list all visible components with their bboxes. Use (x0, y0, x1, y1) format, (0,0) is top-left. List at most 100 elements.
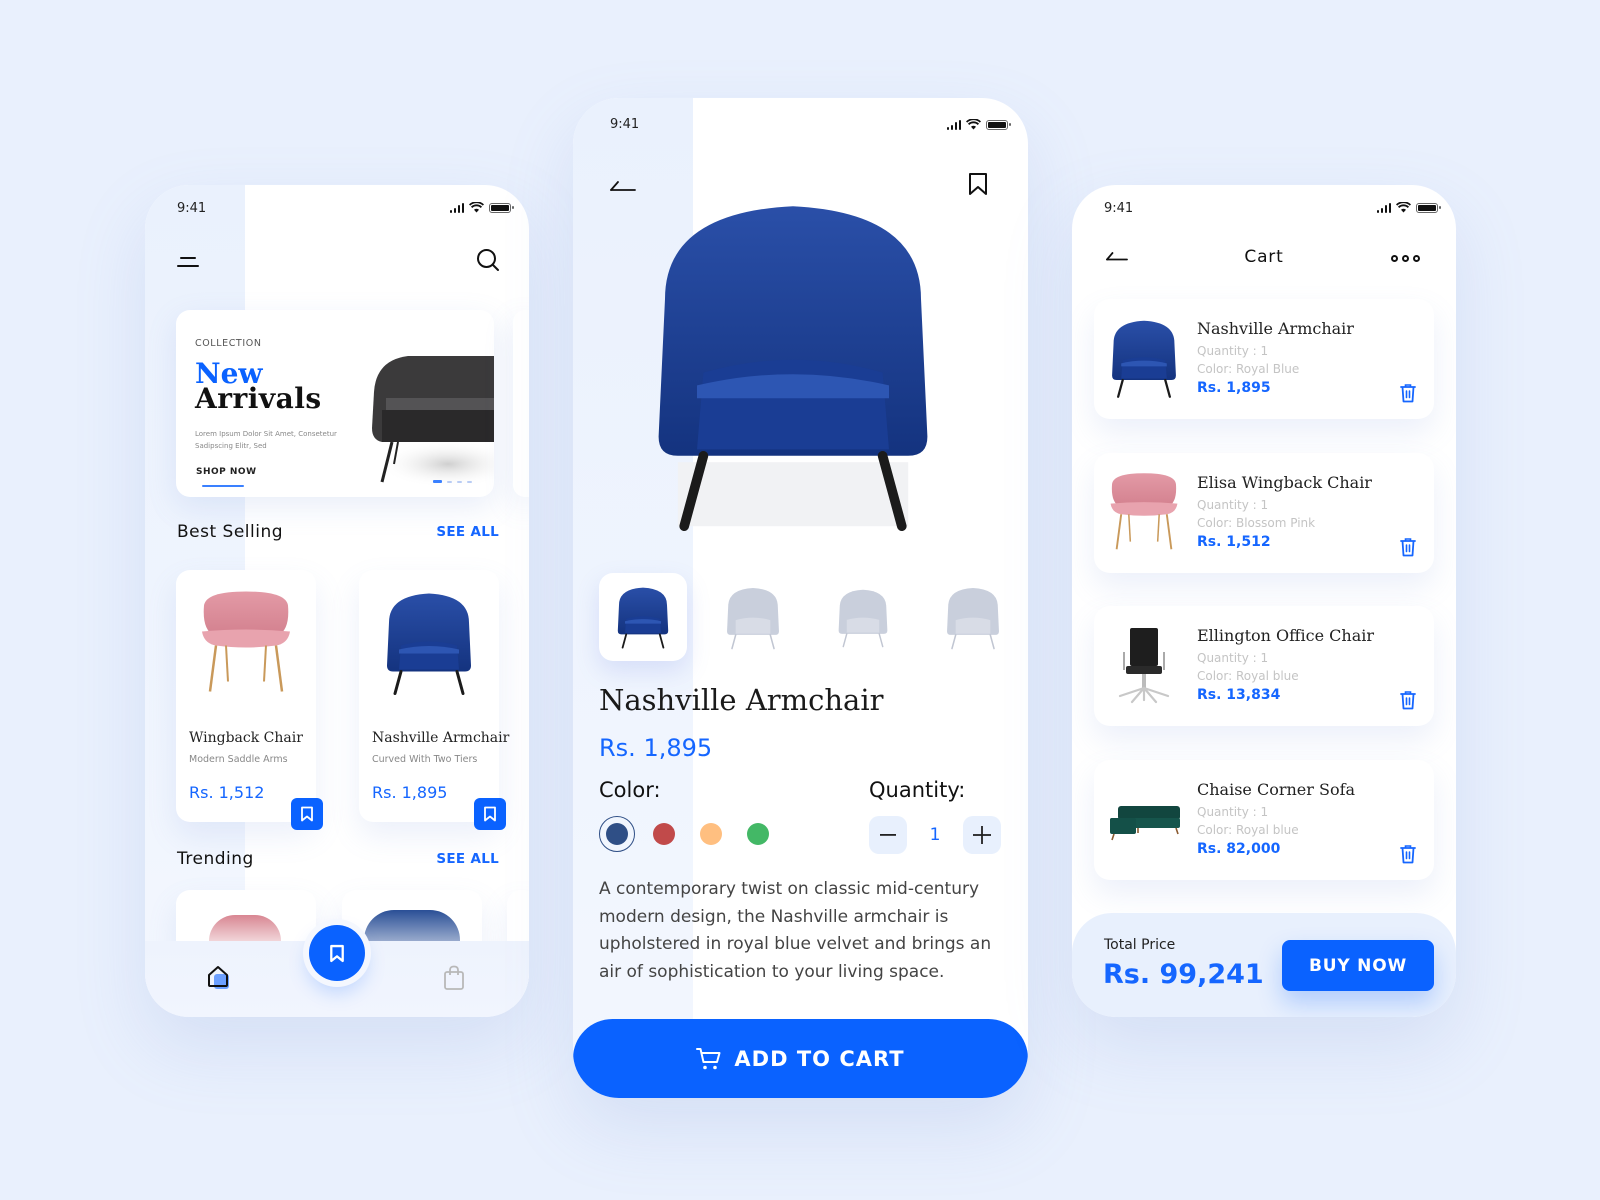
status-time: 9:41 (177, 201, 207, 216)
thumbnail-back[interactable] (929, 573, 1017, 661)
banner-title-arrivals: Arrivals (195, 382, 322, 415)
cart-item[interactable]: Nashville Armchair Quantity : 1 Color: R… (1094, 299, 1434, 419)
trash-icon[interactable] (1400, 537, 1416, 557)
battery-icon (1416, 202, 1441, 213)
cart-item-price: Rs. 13,834 (1197, 687, 1281, 703)
trending-see-all[interactable]: SEE ALL (436, 851, 499, 867)
product-title: Nashville Armchair (599, 683, 884, 717)
total-price-label: Total Price (1104, 937, 1176, 953)
product-detail-screen: 9:41 Nashville Armchair Rs. 1,895 Color:… (573, 98, 1028, 1098)
battery-icon (489, 202, 514, 213)
menu-icon[interactable] (177, 257, 199, 271)
color-swatch-red[interactable] (646, 816, 682, 852)
carousel-indicator[interactable] (433, 480, 472, 483)
banner-body: Lorem Ipsum Dolor Sit Amet, Consetetur S… (195, 430, 337, 450)
status-bar: 9:41 (1072, 185, 1456, 225)
signal-icon (449, 202, 464, 213)
bookmark-button[interactable] (291, 798, 323, 830)
trending-title: Trending (177, 849, 254, 869)
battery-icon (986, 119, 1011, 130)
swatch-dot (700, 823, 722, 845)
wifi-icon (469, 202, 484, 213)
color-swatch-green[interactable] (740, 816, 776, 852)
plus-icon (973, 826, 991, 844)
cart-item-name: Nashville Armchair (1197, 319, 1354, 338)
bookmark-button[interactable] (474, 798, 506, 830)
armchair-image (379, 585, 479, 700)
home-screen: 9:41 COLLECTION New Arrivals Lorem Ipsum… (145, 185, 529, 1017)
cart-item-price: Rs. 1,895 (1197, 380, 1271, 396)
bookmark-icon[interactable] (968, 172, 988, 196)
next-banner-peek[interactable] (513, 310, 529, 497)
quantity-label: Quantity: (869, 778, 966, 802)
thumbnail-angle[interactable] (709, 573, 797, 661)
bookmark-icon (300, 806, 314, 822)
cart-item[interactable]: Ellington Office Chair Quantity : 1 Colo… (1094, 606, 1434, 726)
new-arrivals-banner[interactable]: COLLECTION New Arrivals Lorem Ipsum Dolo… (176, 310, 494, 497)
cart-item-name: Ellington Office Chair (1197, 626, 1374, 645)
status-bar: 9:41 (573, 98, 1028, 138)
bookmarks-fab[interactable] (309, 925, 365, 981)
color-swatch-peach[interactable] (693, 816, 729, 852)
trash-icon[interactable] (1400, 383, 1416, 403)
cart-item-color: Color: Royal blue (1197, 669, 1299, 683)
add-to-cart-button[interactable]: ADD TO CART (573, 1019, 1028, 1098)
color-label: Color: (599, 778, 661, 802)
best-selling-see-all[interactable]: SEE ALL (436, 524, 499, 540)
product-price: Rs. 1,895 (599, 734, 713, 762)
product-description: A contemporary twist on classic mid-cent… (599, 879, 992, 982)
status-bar: 9:41 (145, 185, 529, 225)
bookmark-icon (330, 944, 344, 962)
product-card[interactable]: Wingback Chair Modern Saddle Arms Rs. 1,… (176, 570, 316, 822)
armchair-image (1106, 315, 1182, 401)
add-to-cart-label: ADD TO CART (734, 1046, 905, 1071)
status-time: 9:41 (610, 117, 640, 132)
status-time: 9:41 (1104, 201, 1134, 216)
cart-item-price: Rs. 82,000 (1197, 841, 1281, 857)
cart-item-quantity: Quantity : 1 (1197, 805, 1269, 819)
sofa-image (372, 356, 494, 488)
thumbnail-front[interactable] (599, 573, 687, 661)
cart-item-color: Color: Blossom Pink (1197, 516, 1316, 530)
cart-item[interactable]: Elisa Wingback Chair Quantity : 1 Color:… (1094, 453, 1434, 573)
swatch-dot (747, 823, 769, 845)
wingback-chair-image (196, 585, 296, 700)
quantity-stepper: 1 (869, 816, 1001, 854)
signal-icon (946, 119, 961, 130)
product-card[interactable]: Nashville Armchair Curved With Two Tiers… (359, 570, 509, 822)
cart-item-quantity: Quantity : 1 (1197, 498, 1269, 512)
product-price: Rs. 1,895 (372, 783, 448, 802)
search-icon[interactable] (475, 247, 501, 273)
product-name: Nashville Armchair (372, 730, 510, 746)
cart-item-color: Color: Royal Blue (1197, 362, 1300, 376)
banner-eyebrow: COLLECTION (195, 338, 262, 349)
best-selling-title: Best Selling (177, 522, 284, 542)
quantity-value: 1 (929, 825, 941, 845)
decrease-quantity-button[interactable] (869, 816, 907, 854)
cart-item-name: Elisa Wingback Chair (1197, 473, 1372, 492)
wingback-chair-image (1106, 469, 1182, 555)
more-options-icon[interactable] (1391, 255, 1420, 262)
shopping-bag-icon[interactable] (443, 965, 465, 991)
office-chair-image (1118, 628, 1170, 704)
bookmark-icon (483, 806, 497, 822)
shop-now-link[interactable]: SHOP NOW (196, 467, 257, 477)
cart-item[interactable]: Chaise Corner Sofa Quantity : 1 Color: R… (1094, 760, 1434, 880)
shop-now-underline (202, 485, 244, 487)
home-icon[interactable] (205, 963, 233, 991)
checkout-bar: Total Price Rs. 99,241 BUY NOW (1072, 913, 1456, 1017)
cart-screen: 9:41 Cart Nashville Armchair Quantity : … (1072, 185, 1456, 1017)
thumbnail-side[interactable] (819, 573, 907, 661)
increase-quantity-button[interactable] (963, 816, 1001, 854)
product-name: Wingback Chair (189, 730, 303, 746)
color-swatch-royal-blue[interactable] (599, 816, 635, 852)
color-swatches (599, 816, 776, 852)
trash-icon[interactable] (1400, 690, 1416, 710)
trash-icon[interactable] (1400, 844, 1416, 864)
swatch-dot (653, 823, 675, 845)
cart-item-quantity: Quantity : 1 (1197, 344, 1269, 358)
wifi-icon (1396, 202, 1411, 213)
product-price: Rs. 1,512 (189, 783, 265, 802)
product-hero-image (633, 183, 953, 543)
buy-now-button[interactable]: BUY NOW (1282, 940, 1434, 991)
